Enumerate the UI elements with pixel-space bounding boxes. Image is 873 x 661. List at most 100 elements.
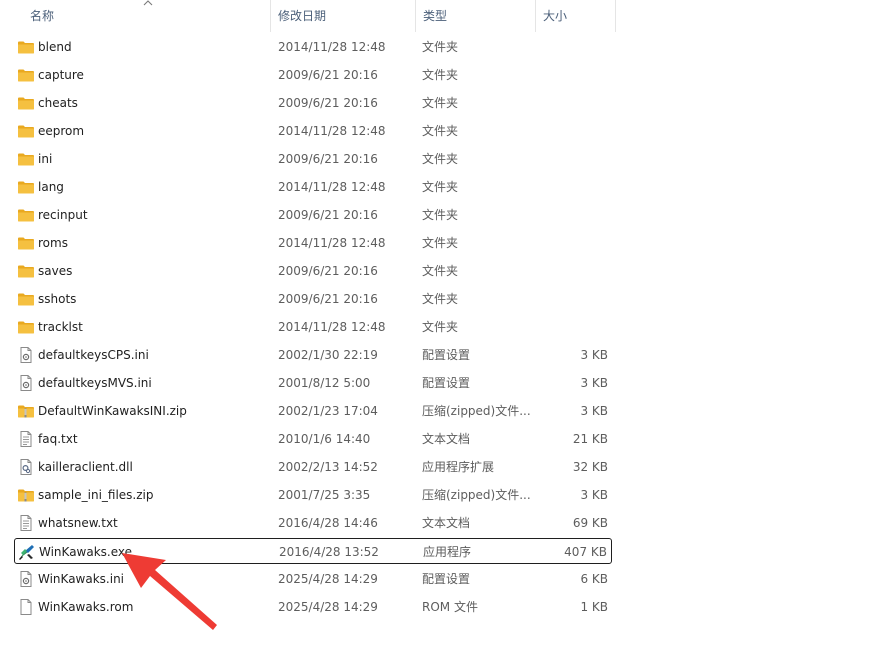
- file-date: 2002/1/23 17:04: [278, 404, 378, 418]
- file-type: ROM 文件: [422, 600, 478, 614]
- file-name: kailleraclient.dll: [38, 460, 133, 474]
- file-date: 2014/11/28 12:48: [278, 236, 386, 250]
- column-header: 名称 修改日期 类型 大小: [0, 0, 873, 32]
- file-size: 6 KB: [580, 572, 608, 586]
- file-date: 2025/4/28 14:29: [278, 572, 378, 586]
- file-name: sshots: [38, 292, 77, 306]
- file-row[interactable]: roms 2014/11/28 12:48 文件夹: [14, 230, 612, 256]
- file-date: 2001/7/25 3:35: [278, 488, 371, 502]
- file-row[interactable]: eeprom 2014/11/28 12:48 文件夹: [14, 118, 612, 144]
- file-size: 3 KB: [580, 404, 608, 418]
- column-divider[interactable]: [615, 0, 616, 32]
- file-type: 配置设置: [422, 348, 471, 362]
- file-row[interactable]: defaultkeysMVS.ini 2001/8/12 5:00 配置设置 3 KB: [14, 370, 612, 396]
- column-header-type[interactable]: 类型: [415, 0, 535, 32]
- file-row[interactable]: cheats 2009/6/21 20:16 文件夹: [14, 90, 612, 116]
- file-type: 文件夹: [422, 68, 459, 82]
- file-row[interactable]: recinput 2009/6/21 20:16 文件夹: [14, 202, 612, 228]
- config-file-icon: [17, 571, 35, 587]
- file-size: 69 KB: [572, 516, 608, 530]
- folder-icon: [17, 319, 35, 335]
- file-row[interactable]: ini 2009/6/21 20:16 文件夹: [14, 146, 612, 172]
- file-row[interactable]: whatsnew.txt 2016/4/28 14:46 文本文档 69 KB: [14, 510, 612, 536]
- file-row[interactable]: WinKawaks.exe 2016/4/28 13:52 应用程序 407 KB: [14, 538, 612, 564]
- file-name: blend: [38, 40, 72, 54]
- folder-icon: [17, 179, 35, 195]
- file-name: faq.txt: [38, 432, 78, 446]
- file-row[interactable]: WinKawaks.ini 2025/4/28 14:29 配置设置 6 KB: [14, 566, 612, 592]
- file-date: 2002/2/13 14:52: [278, 460, 378, 474]
- file-name: eeprom: [38, 124, 85, 138]
- file-row[interactable]: saves 2009/6/21 20:16 文件夹: [14, 258, 612, 284]
- file-type: 文件夹: [422, 96, 459, 110]
- file-size: 32 KB: [572, 460, 608, 474]
- file-name: WinKawaks.ini: [38, 572, 125, 586]
- file-row[interactable]: sshots 2009/6/21 20:16 文件夹: [14, 286, 612, 312]
- file-name: roms: [38, 236, 68, 250]
- file-date: 2014/11/28 12:48: [278, 180, 386, 194]
- file-name: sample_ini_files.zip: [38, 488, 154, 502]
- file-type: 文件夹: [422, 208, 459, 222]
- folder-icon: [17, 39, 35, 55]
- file-date: 2002/1/30 22:19: [278, 348, 378, 362]
- file-type: 配置设置: [422, 572, 471, 586]
- file-name: whatsnew.txt: [38, 516, 118, 530]
- file-row[interactable]: kailleraclient.dll 2002/2/13 14:52 应用程序扩展 3…: [14, 454, 612, 480]
- file-type: 文件夹: [422, 292, 459, 306]
- file-date: 2009/6/21 20:16: [278, 208, 378, 222]
- file-date: 2014/11/28 12:48: [278, 40, 386, 54]
- file-date: 2009/6/21 20:16: [278, 152, 378, 166]
- file-name: tracklst: [38, 320, 83, 334]
- file-date: 2014/11/28 12:48: [278, 320, 386, 334]
- file-type: 文本文档: [422, 432, 471, 446]
- file-name: capture: [38, 68, 84, 82]
- file-type: 文件夹: [422, 180, 459, 194]
- file-name: lang: [38, 180, 64, 194]
- text-file-icon: [17, 431, 35, 447]
- file-name: defaultkeysMVS.ini: [38, 376, 152, 390]
- folder-icon: [17, 123, 35, 139]
- column-header-size[interactable]: 大小: [535, 0, 615, 32]
- file-row[interactable]: lang 2014/11/28 12:48 文件夹: [14, 174, 612, 200]
- file-date: 2001/8/12 5:00: [278, 376, 371, 390]
- file-type: 应用程序扩展: [422, 460, 495, 474]
- file-date: 2016/4/28 13:52: [279, 545, 379, 559]
- file-size: 407 KB: [564, 545, 607, 559]
- file-row[interactable]: WinKawaks.rom 2025/4/28 14:29 ROM 文件 1 KB: [14, 594, 612, 620]
- file-size: 3 KB: [580, 376, 608, 390]
- file-row[interactable]: capture 2009/6/21 20:16 文件夹: [14, 62, 612, 88]
- folder-icon: [17, 291, 35, 307]
- folder-icon: [17, 263, 35, 279]
- file-type: 压缩(zipped)文件...: [422, 404, 531, 418]
- column-header-date[interactable]: 修改日期: [270, 0, 415, 32]
- folder-icon: [17, 207, 35, 223]
- file-date: 2010/1/6 14:40: [278, 432, 371, 446]
- column-header-name[interactable]: 名称: [22, 0, 270, 32]
- file-type: 配置设置: [422, 376, 471, 390]
- file-name: saves: [38, 264, 73, 278]
- file-row[interactable]: sample_ini_files.zip 2001/7/25 3:35 压缩(zip…: [14, 482, 612, 508]
- file-date: 2025/4/28 14:29: [278, 600, 378, 614]
- folder-icon: [17, 235, 35, 251]
- file-row[interactable]: defaultkeysCPS.ini 2002/1/30 22:19 配置设置 3 K…: [14, 342, 612, 368]
- dll-file-icon: [17, 459, 35, 475]
- folder-icon: [17, 95, 35, 111]
- file-name: ini: [38, 152, 53, 166]
- folder-icon: [17, 151, 35, 167]
- file-type: 压缩(zipped)文件...: [422, 488, 531, 502]
- file-row[interactable]: faq.txt 2010/1/6 14:40 文本文档 21 KB: [14, 426, 612, 452]
- file-row[interactable]: tracklst 2014/11/28 12:48 文件夹: [14, 314, 612, 340]
- file-name: cheats: [38, 96, 78, 110]
- file-date: 2014/11/28 12:48: [278, 124, 386, 138]
- file-name: DefaultWinKawaksINI.zip: [38, 404, 187, 418]
- file-date: 2009/6/21 20:16: [278, 68, 378, 82]
- file-row[interactable]: blend 2014/11/28 12:48 文件夹: [14, 34, 612, 60]
- file-row[interactable]: DefaultWinKawaksINI.zip 2002/1/23 17:04 压缩…: [14, 398, 612, 424]
- file-name: WinKawaks.rom: [38, 600, 134, 614]
- file-date: 2016/4/28 14:46: [278, 516, 378, 530]
- file-type: 文件夹: [422, 320, 459, 334]
- app-exe-icon: [18, 544, 36, 560]
- file-name: recinput: [38, 208, 88, 222]
- file-date: 2009/6/21 20:16: [278, 292, 378, 306]
- folder-icon: [17, 67, 35, 83]
